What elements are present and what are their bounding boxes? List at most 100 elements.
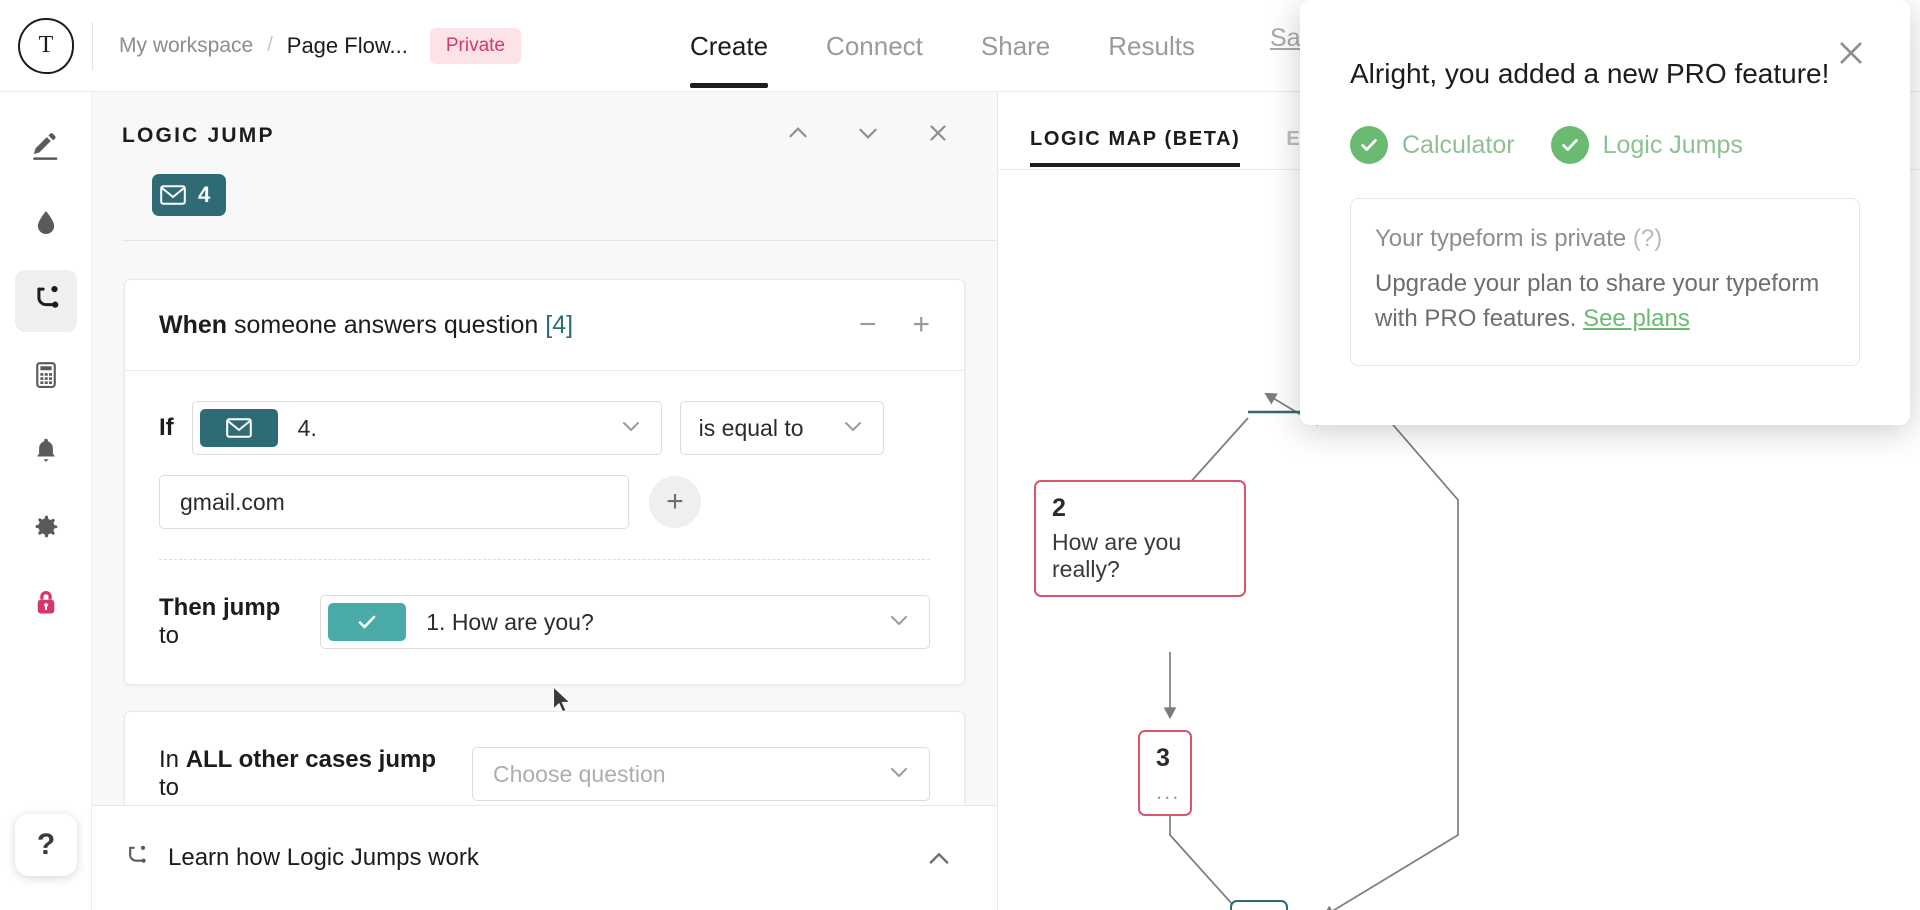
tab-logic-map[interactable]: LOGIC MAP (BETA) (1030, 128, 1241, 167)
divider (159, 559, 930, 560)
help-button[interactable]: ? (15, 814, 77, 876)
if-question-value: 4. (297, 414, 317, 441)
rail-item-settings[interactable] (15, 498, 77, 560)
panel-header: LOGIC JUMP 4 (92, 92, 997, 241)
feature-label: Logic Jumps (1602, 130, 1743, 159)
tab-connect[interactable]: Connect (826, 0, 923, 92)
check-circle-icon (1350, 126, 1388, 165)
privacy-notice-title: Your typeform is private (?) (1375, 225, 1835, 253)
add-rule-button[interactable]: + (912, 310, 930, 340)
breadcrumb-form-title[interactable]: Page Flow... (287, 33, 408, 59)
help-hint-icon[interactable]: (?) (1633, 225, 1662, 252)
then-keyword: Then jump (159, 594, 281, 621)
left-rail: ? (0, 92, 92, 910)
divider (122, 240, 997, 241)
close-icon[interactable] (925, 120, 951, 146)
breadcrumb-workspace[interactable]: My workspace (119, 34, 253, 58)
rule-stepper: − + (859, 310, 930, 340)
learn-logic-jumps-label: Learn how Logic Jumps work (168, 844, 479, 871)
then-row: Then jump to 1. How are you? (159, 594, 930, 650)
chevron-down-icon (619, 414, 643, 443)
choose-question-select[interactable]: Choose question (471, 747, 930, 801)
status-badge-private[interactable]: Private (429, 27, 521, 64)
typeform-logo[interactable]: T (18, 17, 74, 74)
rail-item-calculator[interactable] (15, 346, 77, 408)
flow-node-2[interactable]: 2 How are you really? (1034, 480, 1246, 597)
pen-icon (29, 130, 63, 169)
if-row: If 4. is equal to (159, 401, 930, 455)
chevron-up-icon[interactable] (785, 120, 811, 146)
envelope-icon (199, 409, 278, 447)
logic-jump-icon (29, 282, 63, 321)
rail-item-logic-jump[interactable] (14, 270, 77, 332)
breadcrumb: My workspace / Page Flow... Private (119, 27, 521, 64)
operator-value: is equal to (698, 414, 804, 441)
chevron-down-icon (841, 414, 865, 443)
rail-item-privacy[interactable] (15, 574, 77, 636)
logic-rule-header: When someone answers question [4] − + (125, 280, 964, 371)
question-pill-number: 4 (198, 182, 211, 207)
chevron-down-icon (887, 760, 911, 789)
add-condition-button[interactable]: + (649, 476, 701, 528)
jump-target-select[interactable]: 1. How are you? (320, 595, 930, 649)
chevron-down-icon[interactable] (855, 120, 881, 146)
if-label: If (159, 414, 174, 441)
popup-feature-list: Calculator Logic Jumps (1350, 126, 1860, 165)
condition-value-input[interactable] (159, 475, 629, 529)
mouse-cursor (552, 686, 572, 713)
close-icon[interactable] (1834, 36, 1868, 70)
check-circle-icon (1550, 126, 1589, 165)
jump-target-value: 1. How are you? (426, 608, 594, 635)
panel-controls (785, 120, 951, 146)
rail-item-pen[interactable] (15, 118, 77, 180)
panel-footer[interactable]: Learn how Logic Jumps work (92, 805, 998, 910)
when-question-ref[interactable]: [4] (545, 311, 573, 339)
condition-value-row: + (159, 475, 930, 529)
tab-share[interactable]: Share (981, 0, 1050, 92)
all-other-prefix: In (159, 746, 186, 773)
divider (92, 21, 93, 70)
all-other-label: In ALL other cases jump to (159, 746, 450, 802)
bell-icon (31, 436, 61, 471)
envelope-icon (152, 185, 194, 205)
privacy-notice-box: Your typeform is private (?) Upgrade you… (1350, 198, 1860, 366)
pro-feature-popup: Alright, you added a new PRO feature! Ca… (1300, 0, 1910, 425)
chevron-up-icon[interactable] (925, 845, 951, 871)
all-other-cases-row: In ALL other cases jump to Choose questi… (125, 712, 964, 805)
flow-node-4[interactable]: 4 ... (1230, 900, 1288, 910)
then-label: Then jump to (159, 594, 302, 650)
logic-jump-icon (122, 842, 150, 875)
save-link[interactable]: Sa (1270, 24, 1301, 53)
flow-node-number: 2 (1052, 494, 1066, 522)
remove-rule-button[interactable]: − (859, 310, 877, 340)
rail-item-notifications[interactable] (15, 422, 77, 484)
flow-node-number: 3 (1156, 744, 1170, 772)
lock-icon (31, 588, 61, 623)
all-other-bold: ALL other cases jump (185, 746, 436, 773)
see-plans-link[interactable]: See plans (1583, 305, 1690, 332)
main-nav-tabs: Create Connect Share Results (690, 0, 1195, 92)
if-question-select[interactable]: 4. (191, 401, 662, 455)
question-pill[interactable]: 4 (152, 174, 227, 216)
flow-node-text: How are you really? (1052, 529, 1182, 582)
feature-calculator: Calculator (1350, 126, 1515, 165)
all-other-suffix: to (159, 774, 180, 801)
then-suffix: to (159, 622, 180, 649)
calculator-icon (31, 360, 61, 395)
when-keyword: When (159, 310, 228, 339)
all-other-cases-card: In ALL other cases jump to Choose questi… (124, 711, 965, 805)
tab-results[interactable]: Results (1108, 0, 1195, 92)
chevron-down-icon (887, 608, 911, 637)
rail-item-design[interactable] (15, 194, 77, 256)
choose-question-placeholder: Choose question (492, 760, 666, 787)
droplet-icon (31, 208, 61, 243)
logic-jump-panel: LOGIC JUMP 4 When someone answers questi… (92, 92, 998, 805)
tab-create[interactable]: Create (690, 0, 769, 92)
privacy-notice-body: Upgrade your plan to share your typeform… (1375, 267, 1835, 337)
check-icon (328, 603, 407, 641)
operator-select[interactable]: is equal to (679, 401, 884, 455)
flow-node-3[interactable]: 3 ... (1138, 730, 1192, 816)
privacy-notice-text: Your typeform is private (1375, 225, 1627, 253)
logo-wrap: T (0, 17, 92, 74)
logic-rule-body: If 4. is equal to gmail.com + Then jump … (125, 371, 964, 684)
